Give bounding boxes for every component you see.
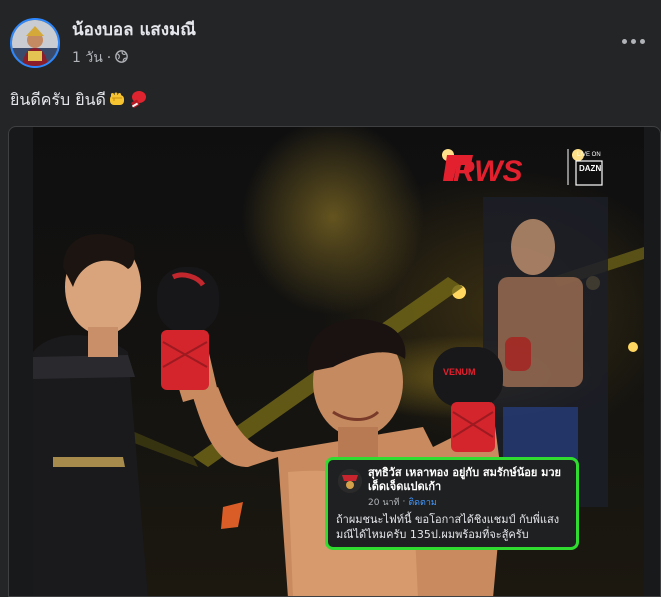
- comment-time: 20 นาที: [368, 498, 400, 508]
- rws-logo: RWS: [443, 155, 522, 188]
- right-glove: VENUM: [433, 347, 503, 452]
- post-photo-frame[interactable]: RWS DAZN LIVE ON VENUM สุทธิวัส เหลาทอง …: [8, 126, 661, 597]
- coach-figure: [33, 233, 148, 596]
- dazn-logo: DAZN: [579, 164, 601, 173]
- comment-meta: 20 นาที · ติดตาม: [368, 495, 437, 509]
- live-on-label: LIVE ON: [577, 152, 601, 158]
- post-caption: ยินดีครับ ยินดี: [10, 88, 148, 113]
- author-avatar[interactable]: [10, 18, 60, 68]
- meta-separator: ·: [106, 50, 112, 66]
- caption-text: ยินดีครับ ยินดี: [10, 90, 106, 109]
- boxing-glove-emoji-icon: [128, 89, 148, 113]
- rws-logo-text: RWS: [453, 155, 522, 188]
- venum-glove-text: VENUM: [443, 367, 476, 377]
- follow-link: ติดตาม: [408, 498, 437, 508]
- globe-icon[interactable]: [115, 49, 129, 67]
- comment-text: ถ้าผมชนะไฟท์นี้ ขอโอกาสได้ชิงแชมป์ กับพี…: [336, 513, 560, 541]
- commenter-name: สุทธิวัส เหลาทอง อยู่กับ สมรักษ์น้อย มวย…: [368, 466, 561, 493]
- post-header: น้องบอล แสงมณี 1 วัน ·: [0, 0, 661, 80]
- comment-screenshot: สุทธิวัส เหลาทอง อยู่กับ สมรักษ์น้อย มวย…: [325, 457, 579, 550]
- post-time[interactable]: 1 วัน: [72, 47, 103, 69]
- author-name[interactable]: น้องบอล แสงมณี: [72, 16, 196, 43]
- fight-photo[interactable]: RWS DAZN LIVE ON VENUM สุทธิวัส เหลาทอง …: [33, 127, 644, 596]
- comment-separator: ·: [402, 497, 406, 507]
- fist-emoji-icon: [108, 90, 126, 112]
- post-meta: 1 วัน ·: [72, 47, 129, 69]
- commenter-avatar: [338, 469, 362, 493]
- more-options-icon[interactable]: [616, 28, 650, 54]
